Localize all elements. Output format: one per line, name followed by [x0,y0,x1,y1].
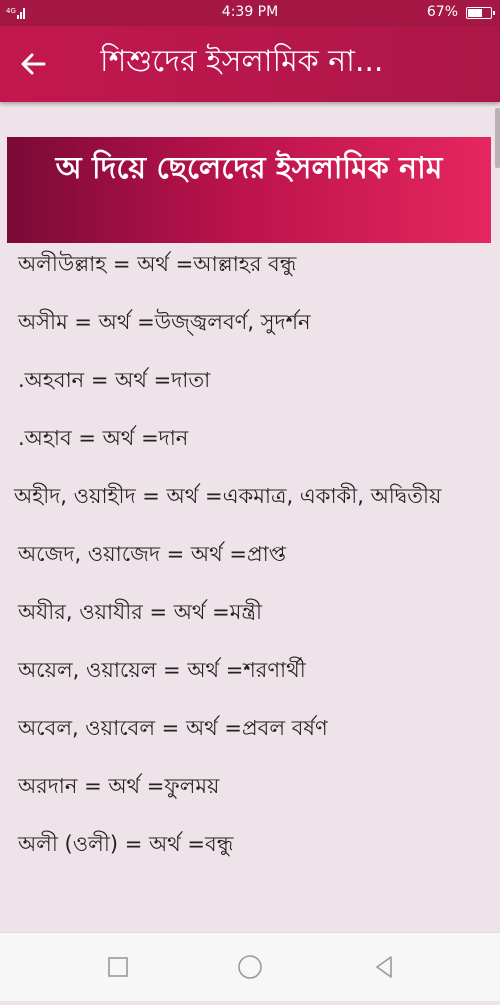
scrollbar[interactable] [495,108,500,168]
arrow-left-icon [21,53,46,75]
recents-button[interactable] [88,933,148,1001]
circle-icon [238,955,262,979]
name-list: অলীউল্লাহ = অর্থ =আল্লাহর বন্ধু অসীম = অর… [0,250,500,888]
battery-icon [466,7,495,19]
list-item: অজেদ, ওয়াজেদ = অর্থ =প্রাপ্ত [18,542,286,566]
list-item: অয়েল, ওয়ায়েল = অর্থ =শরণার্থী [18,658,306,682]
system-nav-bar [0,932,500,1001]
content-scroll[interactable]: অ দিয়ে ছেলেদের ইসলামিক নাম অলীউল্লাহ = … [0,102,500,932]
nav-back-button[interactable] [354,933,414,1001]
list-item: .অহবান = অর্থ =দাতা [18,368,211,392]
app-bar: শিশুদের ইসলামিক না... [0,26,500,102]
status-time: 4:39 PM [221,4,279,20]
page-title: শিশুদের ইসলামিক না... [100,44,384,79]
status-bar: 4G 4:39 PM 67% [0,0,500,26]
home-button[interactable] [220,933,280,1001]
list-item: অলীউল্লাহ = অর্থ =আল্লাহর বন্ধু [18,252,297,276]
list-item: অরদান = অর্থ =ফুলময় [18,774,220,798]
section-header: অ দিয়ে ছেলেদের ইসলামিক নাম [7,137,491,243]
list-item: .অহাব = অর্থ =দান [18,426,189,450]
list-item: অহীদ, ওয়াহীদ = অর্থ =একমাত্র, একাকী, অদ… [14,484,442,508]
back-button[interactable] [14,44,54,84]
triangle-back-icon [376,956,392,978]
list-item: অযীর, ওয়াযীর = অর্থ =মন্ত্রী [18,600,263,624]
list-item: অসীম = অর্থ =উজ্জ্বলবর্ণ, সুদর্শন [18,310,311,334]
battery-percent: 67% [426,4,458,20]
battery-level [468,9,482,17]
list-item: অলী (ওলী) = অর্থ =বন্ধু [18,832,234,856]
square-icon [108,957,128,977]
list-item: অবেল, ওয়াবেল = অর্থ =প্রবল বর্ষণ [18,716,328,740]
